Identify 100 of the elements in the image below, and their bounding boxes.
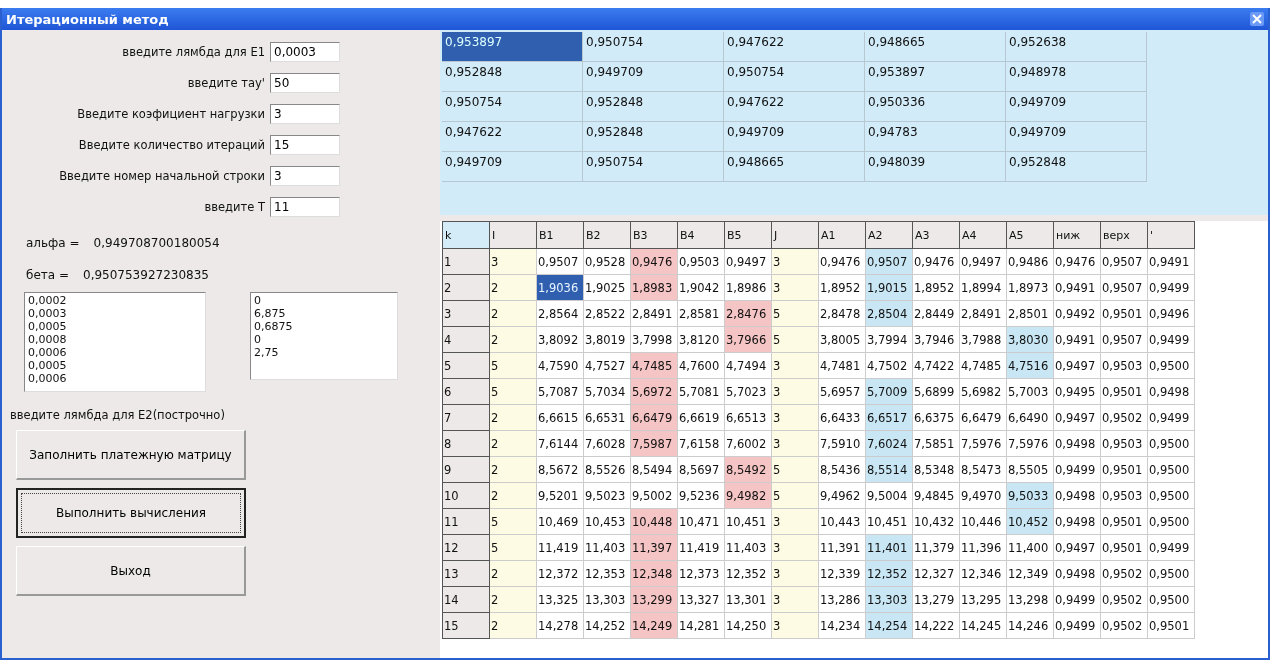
- grid-cell[interactable]: 0,953897: [865, 62, 1006, 92]
- table-cell: 8,5697: [677, 456, 725, 483]
- table-cell: 0,9497: [1053, 352, 1101, 379]
- action-button[interactable]: Выполнить вычисления: [16, 488, 246, 538]
- grid-cell[interactable]: 0,953897: [442, 32, 583, 62]
- row-header: 7: [442, 404, 490, 431]
- row-header: 12: [442, 534, 490, 561]
- table-cell: 0,9491: [1147, 248, 1195, 275]
- table-cell: 4,7485: [959, 352, 1007, 379]
- list-item[interactable]: 0: [254, 294, 394, 307]
- grid-cell[interactable]: 0,94783: [865, 122, 1006, 152]
- table-cell: 14,252: [583, 612, 631, 639]
- grid-cell[interactable]: 0,948665: [724, 152, 865, 182]
- table-cell: 1,9025: [583, 274, 631, 301]
- table-cell: 14,278: [536, 612, 584, 639]
- table-cell: 0,9497: [959, 248, 1007, 275]
- table-cell: 12,349: [1006, 560, 1054, 587]
- table-cell: 0,9501: [1100, 300, 1148, 327]
- grid-cell[interactable]: 0,952848: [583, 92, 724, 122]
- table-cell: 10,453: [583, 508, 631, 535]
- grid-cell[interactable]: 0,947622: [724, 32, 865, 62]
- table-cell: 7,5851: [912, 430, 960, 457]
- grid-cell[interactable]: 0,947622: [724, 92, 865, 122]
- grid-cell[interactable]: 0,952638: [1006, 32, 1147, 62]
- column-header: I: [489, 221, 537, 249]
- input-field[interactable]: 0,0003: [270, 41, 340, 62]
- grid-cell[interactable]: 0,950754: [724, 62, 865, 92]
- table-cell: 0,9503: [1100, 430, 1148, 457]
- column-header: B4: [677, 221, 725, 249]
- table-cell: 0,9499: [1053, 586, 1101, 613]
- table-cell: 11,419: [536, 534, 584, 561]
- grid-cell[interactable]: 0,949709: [1006, 92, 1147, 122]
- table-cell: 4,7422: [912, 352, 960, 379]
- table-cell: 4,7600: [677, 352, 725, 379]
- grid-cell[interactable]: 0,949709: [1006, 122, 1147, 152]
- list-item[interactable]: 0,0002: [28, 294, 202, 307]
- input-field[interactable]: 11: [270, 196, 340, 217]
- table-cell: 13,325: [536, 586, 584, 613]
- grid-cell[interactable]: 0,952848: [583, 122, 724, 152]
- input-field[interactable]: 3: [270, 103, 340, 124]
- table-cell: 5,7003: [1006, 378, 1054, 405]
- table-cell: 0,9499: [1147, 404, 1195, 431]
- table-cell: 1,8986: [724, 274, 772, 301]
- grid-cell[interactable]: 0,952848: [1006, 152, 1147, 182]
- table-cell: 14,281: [677, 612, 725, 639]
- table-cell: 0,9497: [1053, 404, 1101, 431]
- column-header: B1: [536, 221, 584, 249]
- table-cell: 10,451: [865, 508, 913, 535]
- table-cell: 3,8092: [536, 326, 584, 353]
- table-cell: 0,9499: [1147, 534, 1195, 561]
- input-field[interactable]: 50: [270, 72, 340, 93]
- list-item[interactable]: 0,0006: [28, 372, 202, 385]
- grid-cell[interactable]: 0,950754: [583, 152, 724, 182]
- list-item[interactable]: 0: [254, 333, 394, 346]
- table-cell: 3,7988: [959, 326, 1007, 353]
- table-cell: 4,7590: [536, 352, 584, 379]
- input-field[interactable]: 15: [270, 134, 340, 155]
- table-cell: 0,9499: [1053, 612, 1101, 639]
- close-icon[interactable]: [1250, 12, 1264, 26]
- grid-cell[interactable]: 0,949709: [583, 62, 724, 92]
- grid-cell[interactable]: 0,950754: [583, 32, 724, 62]
- table-cell: 8,5505: [1006, 456, 1054, 483]
- list-box[interactable]: 0 6,875 0,6875 0 2,75: [250, 292, 398, 380]
- table-cell: 0,9497: [1053, 534, 1101, 561]
- grid-cell[interactable]: 0,950754: [442, 92, 583, 122]
- row-header: 6: [442, 378, 490, 405]
- table-cell: 2,8449: [912, 300, 960, 327]
- list-item[interactable]: 6,875: [254, 307, 394, 320]
- table-cell: 0,9491: [1053, 274, 1101, 301]
- grid-cell[interactable]: 0,949709: [442, 152, 583, 182]
- grid-cell[interactable]: 0,947622: [442, 122, 583, 152]
- grid-cell[interactable]: 0,948039: [865, 152, 1006, 182]
- table-cell: 10,451: [724, 508, 772, 535]
- row-header: 13: [442, 560, 490, 587]
- table-cell: 5,7023: [724, 378, 772, 405]
- table-cell: 13,303: [583, 586, 631, 613]
- list-item[interactable]: 0,0006: [28, 346, 202, 359]
- field-label: Введите количество итераций: [78, 137, 265, 152]
- list-item[interactable]: 0,6875: [254, 320, 394, 333]
- table-cell: 0,9502: [1100, 586, 1148, 613]
- list-item[interactable]: 0,0003: [28, 307, 202, 320]
- column-header: верх: [1100, 221, 1148, 249]
- table-cell: 0,9499: [1147, 326, 1195, 353]
- table-cell: 6,6531: [583, 404, 631, 431]
- list-item[interactable]: 0,0005: [28, 359, 202, 372]
- grid-cell[interactable]: 0,948978: [1006, 62, 1147, 92]
- list-item[interactable]: 0,0005: [28, 320, 202, 333]
- table-cell: 0,9502: [1100, 560, 1148, 587]
- table-cell: 1,8952: [912, 274, 960, 301]
- grid-cell[interactable]: 0,950336: [865, 92, 1006, 122]
- grid-cell[interactable]: 0,948665: [865, 32, 1006, 62]
- list-item[interactable]: 2,75: [254, 346, 394, 359]
- action-button[interactable]: Заполнить платежную матрицу: [16, 430, 246, 480]
- action-button[interactable]: Выход: [16, 546, 246, 596]
- input-field[interactable]: 3: [270, 165, 340, 186]
- list-item[interactable]: 0,0008: [28, 333, 202, 346]
- list-box[interactable]: 0,0002 0,0003 0,0005 0,0008 0,0006 0,0005 0,0006: [24, 292, 206, 392]
- grid-cell[interactable]: 0,949709: [724, 122, 865, 152]
- column-header: B5: [724, 221, 772, 249]
- grid-cell[interactable]: 0,952848: [442, 62, 583, 92]
